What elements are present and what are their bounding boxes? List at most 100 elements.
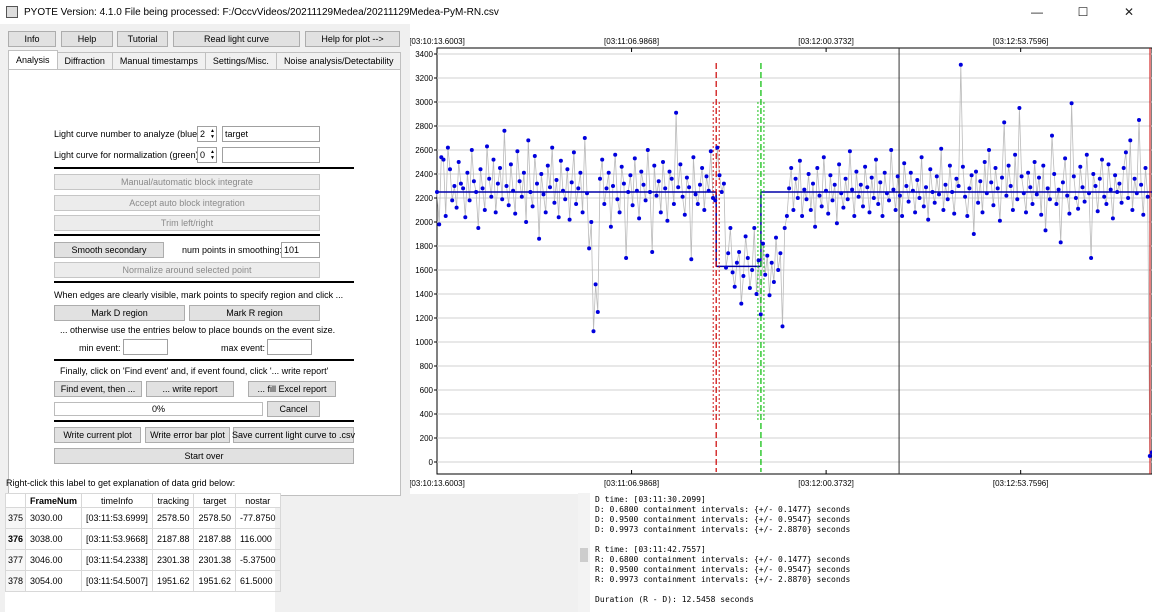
table-row[interactable]: 376 3038.00 [03:11:53.9668] 2187.88 2187… [4,528,281,550]
y-tick-label: 800 [420,362,434,371]
data-point [832,182,837,187]
row-header[interactable]: 376 [4,528,27,550]
norm-spinbox[interactable]: 0 ▲ ▼ [197,147,217,163]
time-cell[interactable]: [03:11:53.9668] [81,528,153,550]
frame-cell[interactable]: 3046.00 [25,549,83,571]
trim-button[interactable]: Trim left/right [54,215,320,231]
min-event-field[interactable] [123,339,168,355]
row-header[interactable]: 375 [4,507,27,529]
mark-d-button[interactable]: Mark D region [54,305,185,321]
grid-hint-label[interactable]: Right-click this label to get explanatio… [6,478,235,488]
tab-manual-timestamps[interactable]: Manual timestamps [111,52,206,69]
info-button[interactable]: Info [8,31,56,47]
cancel-button[interactable]: Cancel [267,401,320,417]
write-error-bar-button[interactable]: Write error bar plot [145,427,230,443]
tracking-cell[interactable]: 2578.50 [151,507,195,529]
tab-noise-analysis[interactable]: Noise analysis/Detectability [275,52,402,69]
tracking-cell[interactable]: 2187.88 [151,528,195,550]
time-cell[interactable]: [03:11:53.6999] [81,507,153,529]
target-cell[interactable]: 2578.50 [193,507,237,529]
data-point [910,188,915,193]
save-csv-button[interactable]: Save current light curve to .csv [232,427,355,443]
frame-cell[interactable]: 3054.00 [25,570,83,592]
target-cell[interactable]: 1951.62 [193,570,237,592]
num-points-field[interactable]: 101 [281,242,320,258]
data-point [1095,209,1100,214]
data-point [615,197,620,202]
nostar-cell[interactable]: 61.5000 [235,570,281,592]
report-text-area[interactable]: D time: [03:11:30.2099] D: 0.6800 contai… [578,493,1152,612]
frame-cell[interactable]: 3038.00 [25,528,83,550]
plot-svg[interactable]: 0 200 400 600 800 1000 1200 1400 1600 1800 2000 220… [409,24,1152,494]
data-point [665,218,670,223]
table-row[interactable]: 375 3030.00 [03:11:53.6999] 2578.50 2578… [4,507,281,529]
accept-block-button[interactable]: Accept auto block integration [54,195,320,211]
data-point [824,188,828,193]
nostar-cell[interactable]: -77.8750 [235,507,281,529]
col-header-target[interactable]: target [193,493,237,508]
frame-cell[interactable]: 3030.00 [25,507,83,529]
start-over-button[interactable]: Start over [54,448,354,464]
light-curve-plot[interactable]: 0 200 400 600 800 1000 1200 1400 1600 1800 2000 220… [409,24,1152,494]
maximize-button[interactable]: ☐ [1060,0,1106,24]
tab-settings-misc[interactable]: Settings/Misc. [204,52,277,69]
mark-r-button[interactable]: Mark R region [189,305,320,321]
tracking-cell[interactable]: 2301.38 [151,549,195,571]
write-plot-button[interactable]: Write current plot [54,427,141,443]
row-header[interactable]: 377 [4,549,27,571]
target-cell[interactable]: 2301.38 [193,549,237,571]
norm-name-field[interactable] [222,147,320,163]
data-point [1104,202,1109,206]
max-event-field[interactable] [267,339,312,355]
report-line: R time: [03:11:42.7557] [595,545,706,554]
data-point [658,210,663,215]
help-button[interactable]: Help [61,31,113,47]
report-scrollbar[interactable] [578,493,590,612]
lc-name-field[interactable]: target [222,126,320,142]
minimize-button[interactable]: — [1014,0,1060,24]
col-header-timeinfo[interactable]: timeInfo [81,493,153,508]
data-point [808,208,813,212]
tutorial-button[interactable]: Tutorial [117,31,168,47]
data-point [878,180,883,185]
tab-analysis[interactable]: Analysis [8,50,58,69]
time-tick-label-top: [03:11:06.9868] [604,37,659,46]
data-point [489,194,494,199]
block-integrate-button[interactable]: Manual/automatic block integrate [54,174,320,190]
fill-excel-button[interactable]: ... fill Excel report [248,381,336,397]
data-point [1028,185,1033,190]
table-row[interactable]: 377 3046.00 [03:11:54.2338] 2301.38 2301… [4,549,281,571]
row-header[interactable]: 378 [4,570,27,592]
time-cell[interactable]: [03:11:54.2338] [81,549,153,571]
data-point [828,173,833,178]
nostar-cell[interactable]: -5.37500 [235,549,281,571]
read-light-curve-button[interactable]: Read light curve [173,31,300,47]
close-button[interactable]: ✕ [1106,0,1152,24]
normalize-button[interactable]: Normalize around selected point [54,262,320,278]
data-point [1034,192,1039,197]
data-point [1106,162,1111,167]
data-point [1037,175,1041,180]
report-line: Duration (R - D): 12.5458 seconds [595,595,754,604]
col-header-nostar[interactable]: nostar [235,493,281,508]
col-header-framenum[interactable]: FrameNum [25,493,83,508]
tracking-cell[interactable]: 1951.62 [151,570,195,592]
tab-diffraction[interactable]: Diffraction [56,52,113,69]
find-event-button[interactable]: Find event, then ... [54,381,142,397]
data-grid[interactable]: FrameNum timeInfo tracking target nostar… [4,493,281,612]
col-header-tracking[interactable]: tracking [151,493,195,508]
y-tick-label: 600 [420,386,434,395]
data-point [469,148,474,152]
data-point [821,155,826,160]
lc-number-spinbox[interactable]: 2 ▲ ▼ [197,126,217,142]
target-cell[interactable]: 2187.88 [193,528,237,550]
data-point [539,172,544,176]
time-cell[interactable]: [03:11:54.5007] [81,570,153,592]
write-report-button[interactable]: ... write report [146,381,234,397]
data-point [1102,194,1107,199]
scrollbar-thumb[interactable] [580,548,588,562]
smooth-secondary-button[interactable]: Smooth secondary [54,242,164,258]
nostar-cell[interactable]: 116.000 [235,528,281,550]
help-for-plot-button[interactable]: Help for plot --> [305,31,400,47]
table-row[interactable]: 378 3054.00 [03:11:54.5007] 1951.62 1951… [4,570,281,592]
